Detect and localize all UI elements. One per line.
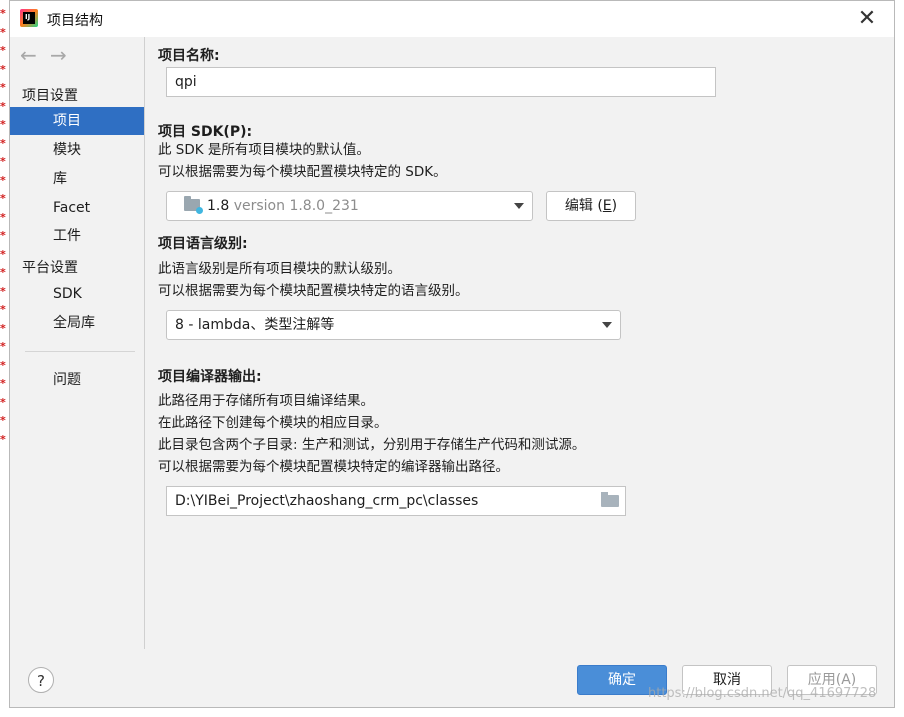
compiler-output-desc-1: 此路径用于存储所有项目编译结果。: [158, 393, 374, 409]
section-project-settings: 项目设置: [22, 88, 78, 104]
editor-error-marker: *: [0, 137, 6, 150]
intellij-logo-icon: IJ: [20, 9, 38, 27]
editor-error-marker: *: [0, 266, 6, 279]
sidebar-divider: [25, 351, 135, 352]
compiler-output-desc-3: 此目录包含两个子目录: 生产和测试，分别用于存储生产代码和测试源。: [158, 437, 586, 453]
compiler-output-desc-4: 可以根据需要为每个模块配置模块特定的编译器输出路径。: [158, 459, 509, 475]
compiler-output-desc-2: 在此路径下创建每个模块的相应目录。: [158, 415, 388, 431]
editor-error-marker: *: [0, 377, 6, 390]
sidebar-item-project[interactable]: 项目: [10, 107, 144, 135]
watermark: https://blog.csdn.net/qq_41697728: [648, 686, 877, 701]
sidebar-item-facets[interactable]: Facet: [10, 194, 144, 222]
sidebar-item-problems[interactable]: 问题: [10, 366, 144, 394]
editor-error-marker: *: [0, 248, 6, 261]
project-structure-dialog: IJ 项目结构 ✕ ← → 项目设置 项目 模块 库 Facet 工件 平台设置…: [9, 0, 895, 708]
editor-error-marker: *: [0, 44, 6, 57]
language-level-desc-1: 此语言级别是所有项目模块的默认级别。: [158, 261, 401, 277]
editor-error-marker: *: [0, 414, 6, 427]
project-sdk-desc-1: 此 SDK 是所有项目模块的默认值。: [158, 142, 370, 158]
editor-error-marker: *: [0, 7, 6, 20]
editor-error-marker: *: [0, 340, 6, 353]
project-sdk-label: 项目 SDK(P):: [158, 124, 253, 140]
language-level-label: 项目语言级别:: [158, 236, 248, 252]
project-name-label: 项目名称:: [158, 48, 220, 64]
window-title: 项目结构: [47, 13, 103, 29]
back-arrow-icon[interactable]: ←: [20, 43, 37, 67]
edit-button-mnemonic: E: [602, 198, 612, 214]
compiler-output-path: D:\YIBei_Project\zhaoshang_crm_pc\classe…: [175, 493, 479, 509]
language-level-value: 8 - lambda、类型注解等: [175, 317, 335, 333]
editor-error-marker: *: [0, 192, 6, 205]
editor-error-marker: *: [0, 118, 6, 131]
sidebar-item-sdks[interactable]: SDK: [10, 280, 144, 308]
sdk-folder-icon: [184, 196, 203, 214]
compiler-output-label: 项目编译器输出:: [158, 369, 262, 385]
sdk-name: 1.8: [207, 198, 230, 214]
sdk-version: version 1.8.0_231: [233, 198, 359, 214]
section-platform-settings: 平台设置: [22, 260, 78, 276]
title-bar: IJ 项目结构 ✕: [10, 1, 894, 37]
editor-error-marker: *: [0, 63, 6, 76]
project-sdk-desc-2: 可以根据需要为每个模块配置模块特定的 SDK。: [158, 164, 447, 180]
editor-error-marker: *: [0, 26, 6, 39]
project-name-input[interactable]: qpi: [166, 67, 716, 97]
close-icon[interactable]: ✕: [854, 6, 880, 32]
editor-error-marker: *: [0, 322, 6, 335]
edit-sdk-button[interactable]: 编辑 (E): [546, 191, 636, 221]
help-button[interactable]: ?: [28, 667, 54, 693]
editor-error-marker: *: [0, 100, 6, 113]
edit-button-suffix: ): [611, 198, 618, 214]
editor-error-marker: *: [0, 211, 6, 224]
background-editor-right: [895, 0, 904, 717]
editor-error-marker: *: [0, 155, 6, 168]
editor-error-marker: *: [0, 285, 6, 298]
editor-error-marker: *: [0, 229, 6, 242]
editor-error-marker: *: [0, 433, 6, 446]
editor-error-marker: *: [0, 396, 6, 409]
compiler-output-path-input[interactable]: D:\YIBei_Project\zhaoshang_crm_pc\classe…: [166, 486, 626, 516]
sidebar: ← → 项目设置 项目 模块 库 Facet 工件 平台设置 SDK 全局库 问…: [10, 37, 145, 649]
chevron-down-icon: [602, 322, 612, 328]
sidebar-item-global-libraries[interactable]: 全局库: [10, 309, 144, 337]
folder-browse-icon[interactable]: [601, 492, 619, 507]
editor-error-marker: *: [0, 174, 6, 187]
chevron-down-icon: [514, 203, 524, 209]
edit-button-label: 编辑 (: [564, 198, 603, 214]
editor-error-marker: *: [0, 81, 6, 94]
editor-error-marker: *: [0, 359, 6, 372]
forward-arrow-icon[interactable]: →: [50, 43, 67, 67]
language-level-desc-2: 可以根据需要为每个模块配置模块特定的语言级别。: [158, 283, 469, 299]
language-level-dropdown[interactable]: 8 - lambda、类型注解等: [166, 310, 621, 340]
sidebar-item-modules[interactable]: 模块: [10, 136, 144, 164]
project-settings-panel: 项目名称: qpi 项目 SDK(P): 此 SDK 是所有项目模块的默认值。 …: [145, 37, 894, 649]
project-sdk-dropdown[interactable]: 1.8 version 1.8.0_231: [166, 191, 533, 221]
sidebar-item-artifacts[interactable]: 工件: [10, 222, 144, 250]
sidebar-item-libraries[interactable]: 库: [10, 165, 144, 193]
editor-error-marker: *: [0, 303, 6, 316]
